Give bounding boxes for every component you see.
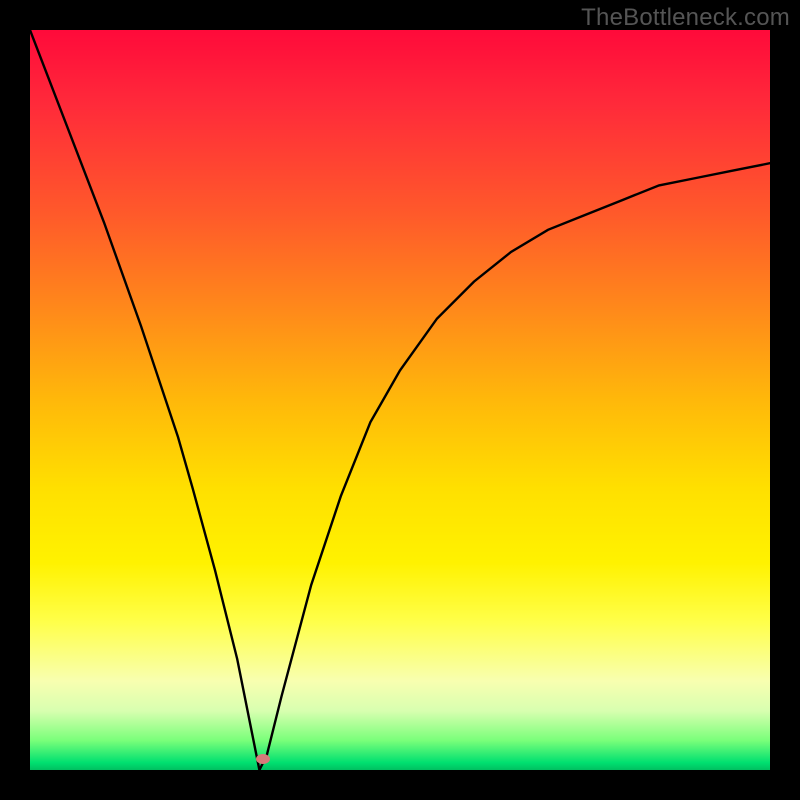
chart-frame: TheBottleneck.com bbox=[0, 0, 800, 800]
optimum-marker bbox=[256, 754, 270, 764]
bottleneck-curve bbox=[30, 30, 770, 770]
watermark-text: TheBottleneck.com bbox=[581, 4, 790, 32]
plot-area bbox=[30, 30, 770, 770]
